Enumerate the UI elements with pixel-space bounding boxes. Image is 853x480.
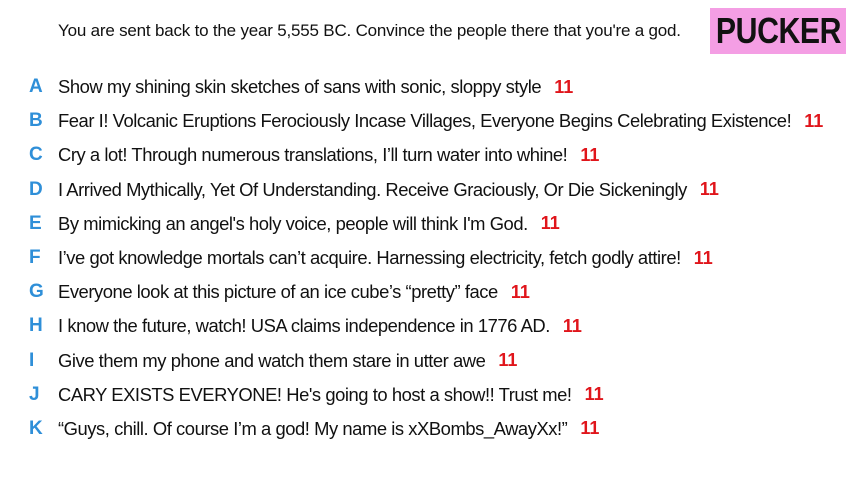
answer-letter: H xyxy=(29,315,43,337)
answer-list: A Show my shining skin sketches of sans … xyxy=(0,70,853,446)
answer-score: 11 xyxy=(510,281,530,302)
answer-row: F I’ve got knowledge mortals can’t acqui… xyxy=(0,241,853,275)
answer-text: “Guys, chill. Of course I’m a god! My na… xyxy=(58,417,568,439)
answer-row: A Show my shining skin sketches of sans … xyxy=(0,70,853,104)
answer-row: I Give them my phone and watch them star… xyxy=(0,344,853,378)
answer-letter: D xyxy=(29,178,43,200)
answer-letter: F xyxy=(29,247,41,269)
answer-score: 11 xyxy=(584,384,604,405)
answer-letter: G xyxy=(29,281,44,303)
answer-text: I’ve got knowledge mortals can’t acquire… xyxy=(58,247,681,269)
answer-text: I know the future, watch! USA claims ind… xyxy=(58,315,550,337)
answer-letter: C xyxy=(29,144,43,166)
answer-row: K “Guys, chill. Of course I’m a god! My … xyxy=(0,412,853,446)
answer-text: Show my shining skin sketches of sans wi… xyxy=(58,76,542,98)
answer-score: 11 xyxy=(693,247,713,268)
answer-letter: K xyxy=(29,417,43,439)
answer-score: 11 xyxy=(554,76,574,97)
answer-row: H I know the future, watch! USA claims i… xyxy=(0,309,853,343)
answer-score: 11 xyxy=(498,350,518,371)
answer-score: 11 xyxy=(562,315,582,336)
answer-row: D I Arrived Mythically, Yet Of Understan… xyxy=(0,173,853,207)
answer-text: Fear I! Volcanic Eruptions Ferociously I… xyxy=(58,110,792,132)
answer-text: By mimicking an angel's holy voice, peop… xyxy=(58,212,528,234)
logo-text: PUCKER xyxy=(715,10,841,51)
answer-score: 11 xyxy=(580,418,600,439)
answer-score: 11 xyxy=(540,213,560,234)
answer-text: Cry a lot! Through numerous translations… xyxy=(58,144,568,166)
answer-score: 11 xyxy=(580,144,600,165)
answer-letter: E xyxy=(29,212,42,234)
answer-row: E By mimicking an angel's holy voice, pe… xyxy=(0,207,853,241)
answer-letter: B xyxy=(29,110,43,132)
answer-text: Everyone look at this picture of an ice … xyxy=(58,281,498,303)
answer-letter: A xyxy=(29,76,43,98)
answer-text: CARY EXISTS EVERYONE! He's going to host… xyxy=(58,383,572,405)
answer-score: 11 xyxy=(699,179,719,200)
answer-letter: J xyxy=(29,383,40,405)
answer-score: 11 xyxy=(804,110,824,131)
answer-text: Give them my phone and watch them stare … xyxy=(58,349,486,371)
answer-text: I Arrived Mythically, Yet Of Understandi… xyxy=(58,178,687,200)
prompt-text: You are sent back to the year 5,555 BC. … xyxy=(58,21,681,40)
answer-row: G Everyone look at this picture of an ic… xyxy=(0,275,853,309)
game-logo: PUCKER xyxy=(710,8,846,54)
answer-row: B Fear I! Volcanic Eruptions Ferociously… xyxy=(0,104,853,138)
answer-row: J CARY EXISTS EVERYONE! He's going to ho… xyxy=(0,378,853,412)
answer-row: C Cry a lot! Through numerous translatio… xyxy=(0,138,853,172)
answer-letter: I xyxy=(29,349,35,371)
